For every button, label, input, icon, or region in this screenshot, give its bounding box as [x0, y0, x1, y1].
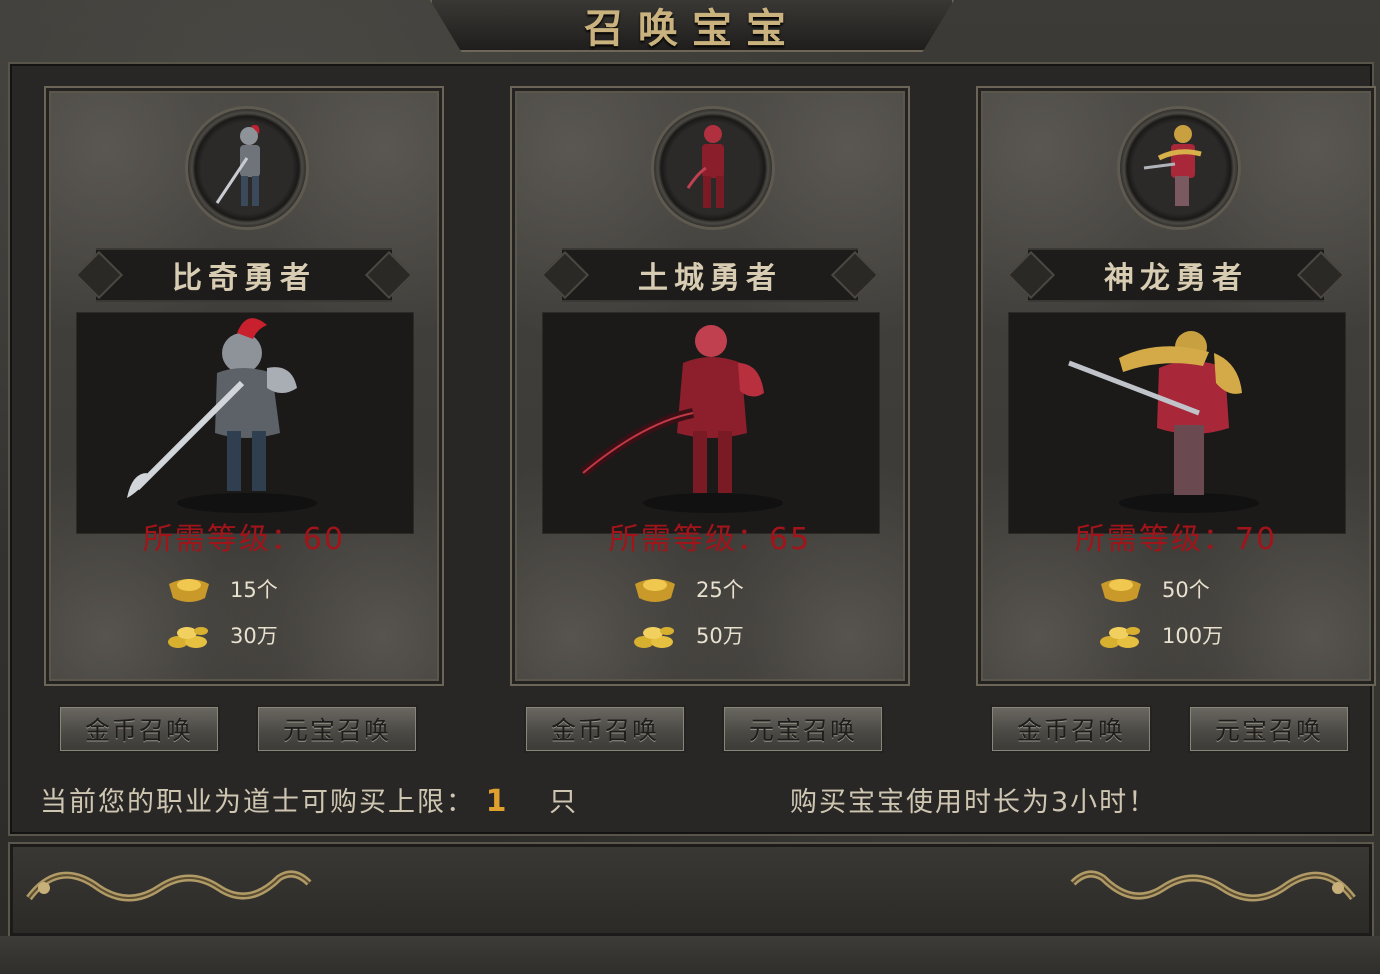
gold-coins-icon	[168, 627, 208, 648]
pet-name-bar: 土城勇者	[562, 248, 858, 302]
title-plate: 召唤宝宝	[430, 0, 954, 52]
gold-ingot-icon	[1101, 579, 1141, 602]
gold-summon-button-tucheng[interactable]: 金币召唤	[524, 705, 686, 753]
duration-note: 购买宝宝使用时长为3小时！	[790, 787, 1158, 818]
gold-ingot-icon	[635, 579, 675, 602]
skeleton-figure-icon	[579, 325, 783, 513]
ingot-cost: 15个	[230, 578, 278, 602]
warrior-portrait-icon	[215, 125, 260, 206]
gold-summon-button-biqi[interactable]: 金币召唤	[58, 705, 220, 753]
pet-portrait	[1117, 106, 1241, 230]
gold-cost: 100万	[1162, 624, 1224, 648]
pet-card-tucheng: 土城勇者 所需等级：65 25个 50万	[510, 86, 910, 686]
dragon-ornament-bar	[8, 842, 1374, 938]
pet-name: 比奇勇者	[172, 261, 316, 296]
required-level: 所需等级：60	[142, 522, 346, 557]
pet-showcase	[542, 312, 880, 534]
pet-card-shenlong: 神龙勇者 所需等级：70 50个 100万	[976, 86, 1376, 686]
ingot-summon-button-shenlong[interactable]: 元宝召唤	[1188, 705, 1350, 753]
gold-cost-row: 30万	[166, 618, 278, 652]
gold-cost-row: 100万	[1098, 618, 1223, 652]
ingot-cost-row: 15个	[166, 572, 278, 606]
pet-portrait	[185, 106, 309, 230]
gold-cost: 50万	[696, 624, 744, 648]
ingot-cost-row: 25个	[632, 572, 744, 606]
limit-value: 1	[485, 784, 509, 819]
ingot-summon-button-biqi[interactable]: 元宝召唤	[256, 705, 418, 753]
gold-cost: 30万	[230, 624, 278, 648]
gold-cost-row: 50万	[632, 618, 744, 652]
dragon-ornament-icon	[1070, 870, 1356, 902]
skeleton-warrior-portrait-icon	[686, 125, 724, 208]
pet-name-bar: 比奇勇者	[96, 248, 392, 302]
dragon-warrior-figure-icon	[1068, 331, 1259, 513]
purchase-limit: 当前您的职业为道士可购买上限： 1 只	[40, 780, 578, 819]
required-level: 所需等级：65	[608, 522, 812, 557]
ingot-cost: 25个	[696, 578, 744, 602]
limit-prefix: 当前您的职业为道士可购买上限：	[40, 787, 475, 818]
dragon-warrior-portrait-icon	[1143, 125, 1202, 206]
pet-name: 土城勇者	[638, 261, 782, 296]
gold-coins-icon	[1100, 627, 1140, 648]
dragon-ornament-icon	[26, 870, 312, 902]
ingot-cost: 50个	[1162, 578, 1210, 602]
ingot-cost-row: 50个	[1098, 572, 1210, 606]
required-level: 所需等级：70	[1074, 522, 1278, 557]
pet-name: 神龙勇者	[1104, 261, 1248, 296]
window-title: 召唤宝宝	[584, 5, 800, 52]
pet-showcase	[1008, 312, 1346, 534]
pet-portrait	[651, 106, 775, 230]
gold-coins-icon	[634, 627, 674, 648]
bottom-strip	[0, 936, 1380, 974]
limit-unit: 只	[549, 787, 579, 818]
gold-ingot-icon	[169, 579, 209, 602]
pet-name-bar: 神龙勇者	[1028, 248, 1324, 302]
gold-summon-button-shenlong[interactable]: 金币召唤	[990, 705, 1152, 753]
warrior-figure-icon	[127, 318, 317, 513]
pet-showcase	[76, 312, 414, 534]
pet-card-biqi: 比奇勇者 所需等级：60 15个 30万	[44, 86, 444, 686]
summon-pet-window: 召唤宝宝 比奇勇者 所需等级：60 15个 30万 土城勇者 所需等级：65 2…	[0, 0, 1380, 974]
ingot-summon-button-tucheng[interactable]: 元宝召唤	[722, 705, 884, 753]
